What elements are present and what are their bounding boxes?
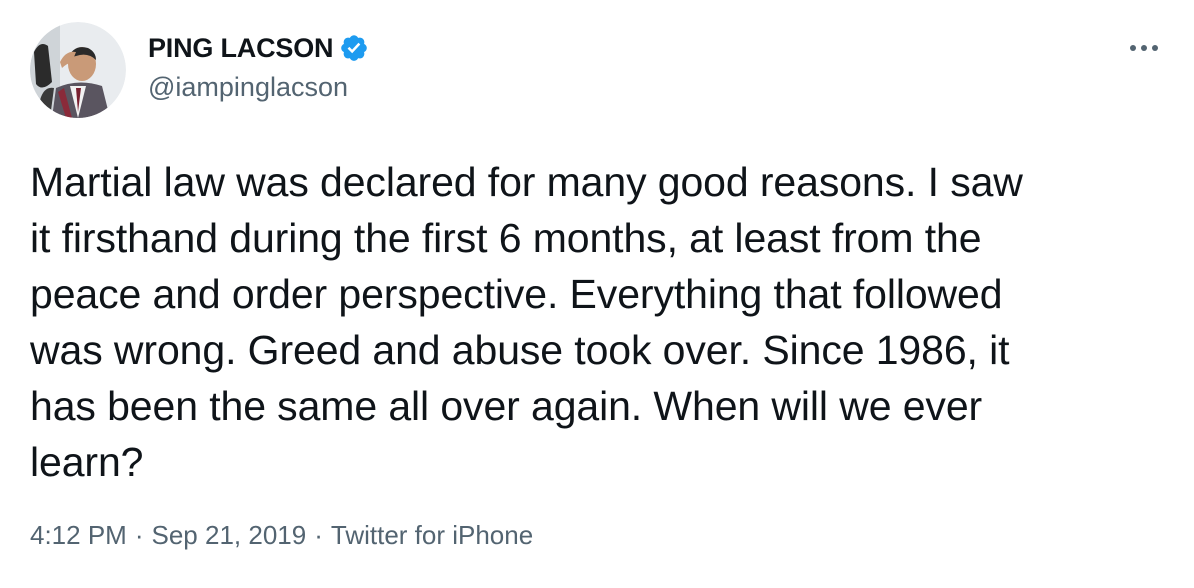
display-name[interactable]: PING LACSON: [148, 33, 334, 64]
avatar[interactable]: [30, 22, 126, 118]
tweet-text-line: was wrong. Greed and abuse took over. Si…: [30, 327, 1010, 373]
tweet-text-line: it firsthand during the first 6 months, …: [30, 215, 982, 261]
tweet-date-link[interactable]: Sep 21, 2019: [152, 520, 307, 551]
author-name-row: PING LACSON: [148, 30, 369, 66]
author-handle[interactable]: @iampinglacson: [148, 72, 348, 103]
more-dots-icon[interactable]: [1124, 36, 1164, 60]
profile-photo-icon: [30, 22, 126, 118]
tweet-text-line: has been the same all over again. When w…: [30, 383, 983, 429]
tweet-text: Martial law was declared for many good r…: [30, 154, 1170, 490]
verified-badge-icon: [339, 33, 369, 63]
meta-separator: ·: [314, 520, 323, 550]
tweet-text-line: learn?: [30, 439, 144, 485]
tweet-text-line: Martial law was declared for many good r…: [30, 159, 1023, 205]
tweet-card: PING LACSON @iampinglacson Martial law w…: [0, 0, 1194, 588]
tweet-source-link[interactable]: Twitter for iPhone: [331, 520, 533, 551]
tweet-text-line: peace and order perspective. Everything …: [30, 271, 1003, 317]
meta-separator: ·: [134, 520, 144, 550]
tweet-metadata: 4:12 PM · Sep 21, 2019 · Twitter for iPh…: [30, 520, 533, 551]
tweet-time-link[interactable]: 4:12 PM: [30, 520, 127, 551]
